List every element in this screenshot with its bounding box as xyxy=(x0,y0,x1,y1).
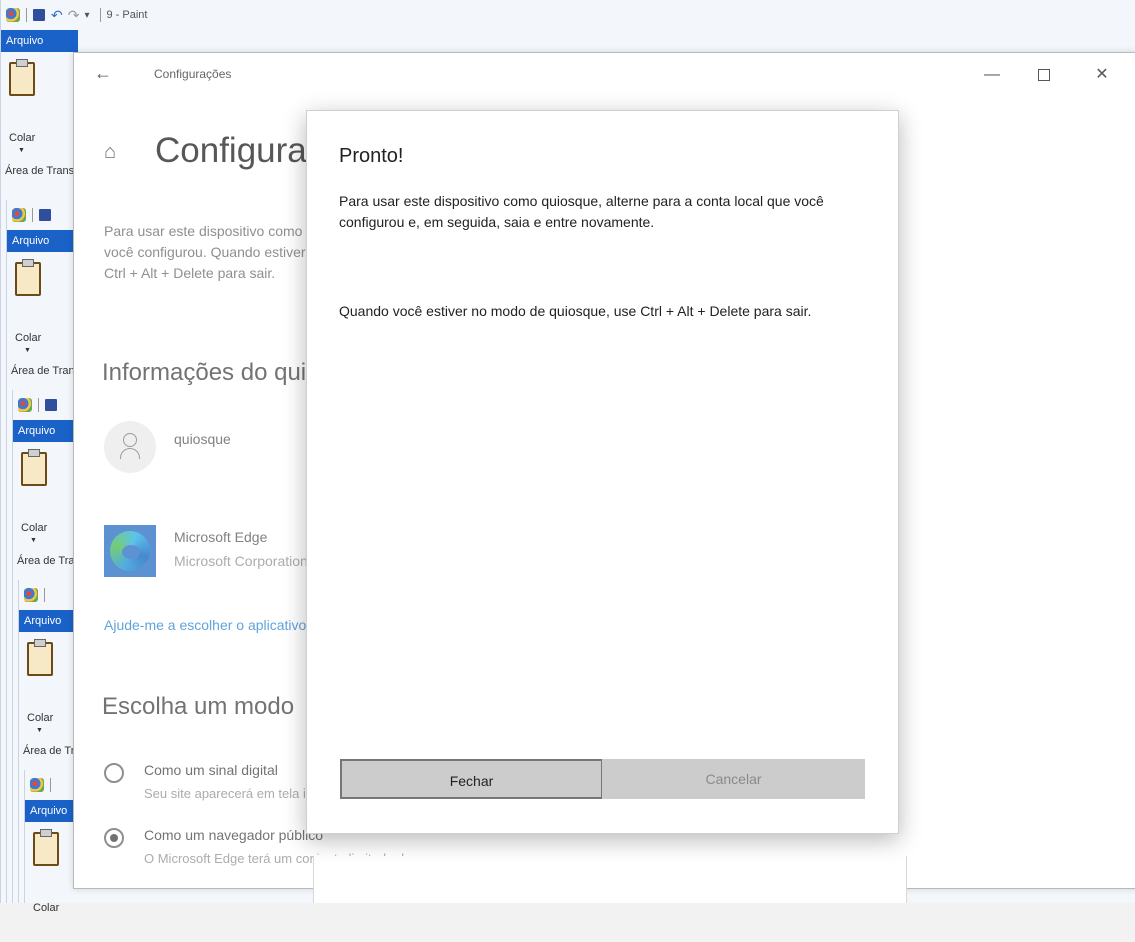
clipboard-icon[interactable] xyxy=(9,59,35,96)
close-dialog-button[interactable]: Fechar xyxy=(340,759,603,799)
paint-app-icon[interactable] xyxy=(12,208,26,222)
paste-label[interactable]: Colar xyxy=(33,902,59,914)
chevron-down-icon[interactable]: ▼ xyxy=(24,347,31,354)
paint-app-icon[interactable] xyxy=(24,588,38,602)
underlying-panel xyxy=(313,856,907,903)
save-icon[interactable] xyxy=(33,9,45,21)
paste-label[interactable]: Colar xyxy=(9,132,35,144)
kiosk-ready-dialog: Pronto! Para usar este dispositivo como … xyxy=(306,110,899,834)
customize-quick-access-icon[interactable]: ▾ xyxy=(84,10,89,21)
paint-app-icon[interactable] xyxy=(18,398,32,412)
paste-label[interactable]: Colar xyxy=(15,332,41,344)
paint-window-title: 9 - Paint xyxy=(106,9,148,21)
paint-titlebar: ↶ ↷ ▾ 9 - Paint xyxy=(1,0,1135,30)
file-tab[interactable]: Arquivo xyxy=(1,30,78,52)
divider xyxy=(38,398,39,412)
dialog-body-exit-hint: Quando você estiver no modo de quiosque,… xyxy=(339,303,812,319)
clipboard-icon[interactable] xyxy=(21,449,47,486)
paint-app-icon[interactable] xyxy=(30,778,44,792)
chevron-down-icon[interactable]: ▼ xyxy=(30,537,37,544)
undo-icon[interactable]: ↶ xyxy=(51,7,63,24)
paste-label[interactable]: Colar xyxy=(21,522,47,534)
divider xyxy=(26,8,27,22)
paste-label[interactable]: Colar xyxy=(27,712,53,724)
save-icon[interactable] xyxy=(39,209,51,221)
redo-icon[interactable]: ↷ xyxy=(68,7,80,24)
chevron-down-icon[interactable]: ▼ xyxy=(18,147,25,154)
chevron-down-icon[interactable]: ▼ xyxy=(36,727,43,734)
clipboard-icon[interactable] xyxy=(27,639,53,676)
divider xyxy=(99,8,101,22)
clipboard-icon[interactable] xyxy=(33,829,59,866)
divider xyxy=(50,778,51,792)
save-icon[interactable] xyxy=(45,399,57,411)
divider xyxy=(32,208,33,222)
clipboard-icon[interactable] xyxy=(15,259,41,296)
dialog-title: Pronto! xyxy=(339,145,404,167)
dialog-body-instructions: Para usar este dispositivo como quiosque… xyxy=(339,193,824,230)
divider xyxy=(44,588,45,602)
paint-app-icon[interactable] xyxy=(6,8,20,22)
cancel-button[interactable]: Cancelar xyxy=(602,759,865,799)
